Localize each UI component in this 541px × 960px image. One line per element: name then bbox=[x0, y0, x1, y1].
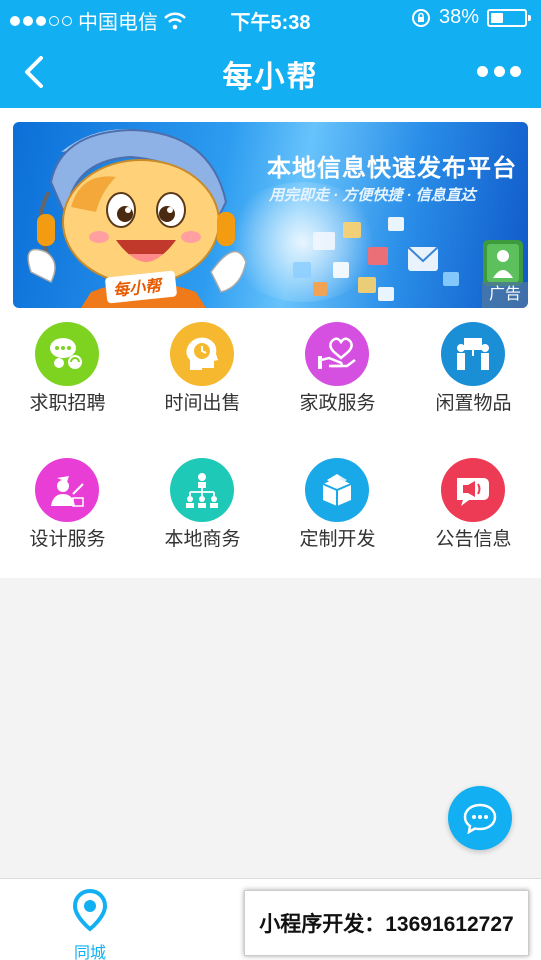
category-notice[interactable]: 公告信息 bbox=[406, 444, 541, 564]
chat-bubble-icon bbox=[463, 803, 497, 834]
category-label: 求职招聘 bbox=[29, 393, 106, 414]
category-time[interactable]: 时间出售 bbox=[135, 308, 270, 428]
more-dots-icon bbox=[477, 65, 488, 77]
banner-title: 本地信息快速发布平台 bbox=[267, 155, 517, 182]
more-button[interactable] bbox=[477, 56, 521, 86]
category-custom-dev[interactable]: 定制开发 bbox=[270, 444, 405, 564]
chat-button[interactable] bbox=[448, 786, 512, 850]
category-housekeeping[interactable]: 家政服务 bbox=[270, 308, 405, 428]
ad-label: 广告 bbox=[482, 282, 528, 308]
category-label: 时间出售 bbox=[164, 393, 241, 414]
page-title: 每小帮 bbox=[222, 61, 319, 94]
ad-banner[interactable]: 每小帮 本地信息快速发布平台 用完即走 · 方便快捷 · 信息直达 广告 bbox=[13, 122, 528, 308]
heart-hand-icon bbox=[305, 322, 369, 386]
category-label: 定制开发 bbox=[299, 529, 376, 550]
status-bar: 中国电信 下午5:38 38% bbox=[0, 0, 541, 36]
watermark-overlay: 小程序开发：13691612727 bbox=[244, 890, 529, 956]
banner-subtitle: 用完即走 · 方便快捷 · 信息直达 bbox=[269, 187, 476, 204]
mascot-image: 每小帮 bbox=[27, 128, 247, 308]
battery-percent: 38% bbox=[438, 6, 479, 28]
main-content: 每小帮 本地信息快速发布平台 用完即走 · 方便快捷 · 信息直达 广告 求职招… bbox=[0, 108, 541, 578]
category-design[interactable]: 设计服务 bbox=[0, 444, 135, 564]
tab-local[interactable]: 同城 bbox=[0, 879, 180, 960]
job-chat-icon bbox=[35, 322, 99, 386]
category-label: 闲置物品 bbox=[435, 393, 512, 414]
org-chart-icon bbox=[170, 458, 234, 522]
category-secondhand[interactable]: 闲置物品 bbox=[406, 308, 541, 428]
category-business[interactable]: 本地商务 bbox=[135, 444, 270, 564]
category-label: 设计服务 bbox=[29, 529, 106, 550]
box-icon bbox=[305, 458, 369, 522]
clock-head-icon bbox=[170, 322, 234, 386]
category-label: 家政服务 bbox=[299, 393, 376, 414]
category-label: 本地商务 bbox=[164, 529, 241, 550]
designer-icon bbox=[35, 458, 99, 522]
battery-icon bbox=[487, 8, 531, 27]
header: 中国电信 下午5:38 38% 每小帮 bbox=[0, 0, 541, 108]
location-pin-icon bbox=[72, 889, 108, 932]
megaphone-icon bbox=[441, 458, 505, 522]
category-job[interactable]: 求职招聘 bbox=[0, 308, 135, 428]
category-label: 公告信息 bbox=[435, 529, 512, 550]
rotation-lock-icon bbox=[411, 8, 430, 27]
tab-label: 同城 bbox=[73, 945, 106, 960]
nav-bar: 每小帮 bbox=[0, 36, 541, 108]
people-board-icon bbox=[441, 322, 505, 386]
